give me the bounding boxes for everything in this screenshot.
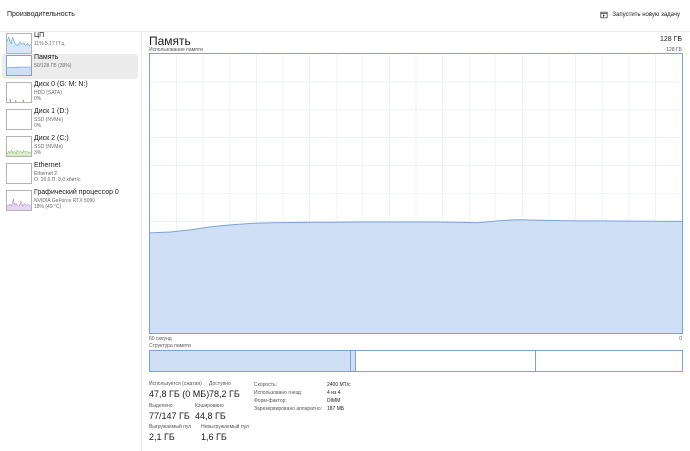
slots-value: 4 из 4 [327, 390, 341, 396]
structure-used-segment[interactable] [150, 351, 350, 371]
memory-title: Память [149, 34, 191, 48]
paged-pool-label: Выгружаемый пул [149, 424, 192, 430]
sidebar-item-gpu-0[interactable]: Графический процессор 0 NVIDIA GeForce R… [2, 189, 138, 214]
memory-usage-graph-canvas [150, 54, 682, 333]
in-use-label: Используется (сжатая) [149, 381, 202, 387]
cpu-thumbnail [6, 33, 32, 54]
nonpaged-pool-value: 1,6 ГБ [201, 432, 227, 442]
hardware-reserved-value: 187 МБ [327, 406, 345, 412]
hardware-reserved-label: Зарезервировано аппаратно: [254, 406, 323, 412]
sidebar-item-disk-2[interactable]: Диск 2 (C:) SSD (NVMe) 3% [2, 135, 138, 160]
sidebar-item-disk-1[interactable]: Диск 1 (D:) SSD (NVMe) 0% [2, 108, 138, 133]
form-factor-label: Форм-фактор: [254, 398, 287, 404]
run-new-task-label: Запустить новую задачу [612, 12, 680, 18]
sidebar-item-name: Ethernet [34, 162, 61, 169]
title-bar: Производительность Запустить новую задач… [0, 0, 690, 32]
sidebar-item-detail: 18% (49 °C) [34, 204, 62, 210]
available-label: Доступно [209, 381, 231, 387]
ethernet-thumbnail [6, 163, 32, 184]
structure-standby-segment[interactable] [356, 351, 536, 371]
sidebar-item-name: Диск 2 (C:) [34, 135, 69, 142]
nonpaged-pool-label: Невыгружаемый пул [201, 424, 249, 430]
sidebar-item-name: Память [34, 54, 59, 61]
speed-label: Скорость: [254, 382, 277, 388]
sidebar-item-memory[interactable]: Память 50/128 ГБ (39%) [2, 54, 138, 79]
sidebar-item-detail: О: 16,0 П: 8,0 кбит/с [34, 177, 81, 183]
sidebar-item-disk-0[interactable]: Диск 0 (G: M: N:) HDD (SATA) 0% [2, 81, 138, 106]
graph-time-span: 60 секунд [149, 336, 172, 342]
sidebar-item-name: Диск 0 (G: M: N:) [34, 81, 88, 88]
sidebar-item-ethernet[interactable]: Ethernet Ethernet 2 О: 16,0 П: 8,0 кбит/… [2, 162, 138, 187]
in-use-value: 47,8 ГБ (0 МБ) [149, 389, 210, 399]
structure-free-segment[interactable] [536, 351, 682, 371]
committed-value: 77/147 ГБ [149, 411, 190, 421]
sidebar-item-name: Диск 1 (D:) [34, 108, 69, 115]
sidebar-item-detail: 50/128 ГБ (39%) [34, 63, 72, 69]
memory-usage-graph [149, 53, 683, 334]
sidebar-item-detail: 11% 5,17 ГГц [34, 41, 65, 47]
cached-value: 44,8 ГБ [195, 411, 226, 421]
memory-structure-label: Структура памяти [149, 343, 191, 349]
gpu-0-thumbnail [6, 190, 32, 211]
graph-time-zero: 0 [679, 336, 682, 342]
committed-label: Выделено [149, 403, 173, 409]
sidebar-item-detail: 3% [34, 150, 42, 156]
available-value: 78,2 ГБ [209, 389, 240, 399]
page-title: Производительность [7, 11, 75, 18]
speed-value: 2400 МТ/с [327, 382, 351, 388]
sidebar-item-name: ЦП [34, 32, 45, 39]
memory-usage-area [150, 219, 682, 333]
memory-capacity: 128 ГБ [659, 36, 682, 43]
paged-pool-value: 2,1 ГБ [149, 432, 175, 442]
memory-thumbnail [6, 55, 32, 76]
run-new-task-button[interactable]: Запустить новую задачу [598, 8, 682, 22]
form-factor-value: DIMM [327, 398, 341, 404]
slots-label: Использовано гнезд: [254, 390, 303, 396]
disk-1-thumbnail [6, 109, 32, 130]
cached-label: Кэшировано [195, 403, 224, 409]
run-task-icon [600, 11, 608, 19]
memory-structure-bar[interactable] [149, 350, 683, 372]
sidebar-item-name: Графический процессор 0 [34, 189, 119, 196]
resource-sidebar: ЦП 11% 5,17 ГГц Память 50/128 ГБ (39%) Д… [0, 32, 142, 451]
sidebar-item-detail: 0% [34, 96, 42, 102]
disk-2-thumbnail [6, 136, 32, 157]
disk-0-thumbnail [6, 82, 32, 103]
sidebar-item-detail: 0% [34, 123, 42, 129]
